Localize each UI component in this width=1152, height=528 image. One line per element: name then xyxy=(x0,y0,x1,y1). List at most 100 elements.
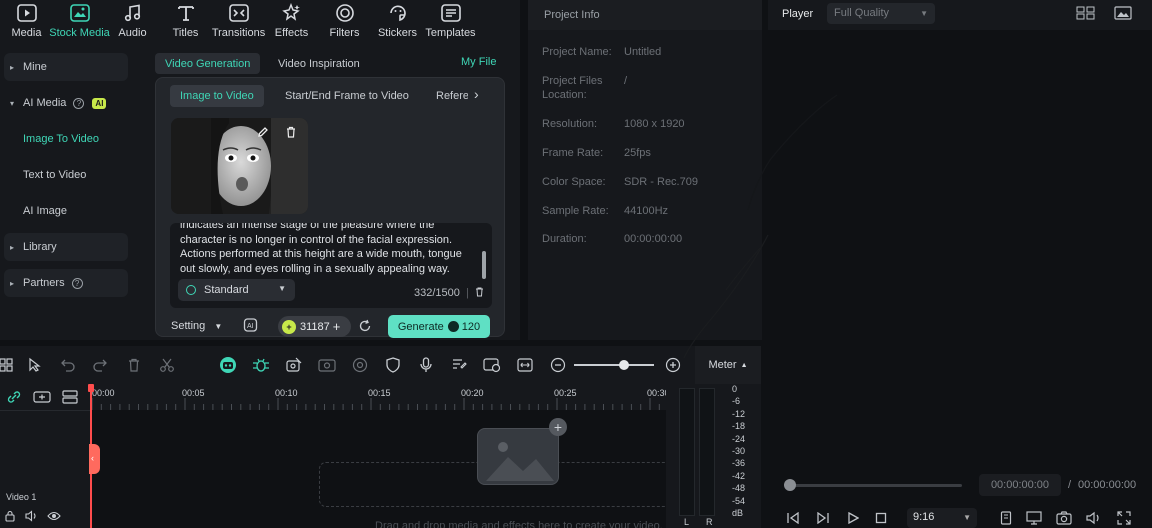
help-icon[interactable]: ? xyxy=(73,97,85,109)
delete-icon[interactable] xyxy=(124,355,144,375)
tab-label: Effects xyxy=(274,27,309,39)
volume-icon[interactable] xyxy=(1085,509,1103,527)
chevron-down-icon: ▼ xyxy=(963,513,971,522)
ai-assist-icon[interactable]: AI xyxy=(243,317,259,336)
fit-width-icon[interactable] xyxy=(515,355,535,375)
lock-icon[interactable] xyxy=(4,510,16,525)
edit-icon[interactable] xyxy=(253,122,273,142)
fullscreen-icon[interactable] xyxy=(1115,509,1133,527)
subtab-reference[interactable]: Refere xyxy=(426,85,468,107)
sidebar-item-ai-image[interactable]: AI Image xyxy=(23,205,67,217)
sidebar-item-library[interactable]: ▸ Library xyxy=(4,233,128,261)
add-credits-icon[interactable]: + xyxy=(333,319,341,334)
tab-label: Templates xyxy=(425,27,476,39)
grid-view-icon[interactable] xyxy=(1076,6,1096,23)
sidebar-item-partners[interactable]: ▸ Partners ? xyxy=(4,269,128,297)
chevron-down-icon: ▼ xyxy=(920,9,928,18)
timeline-ruler[interactable]: 00:00 00:05 00:10 00:15 00:20 00:25 00:3… xyxy=(90,384,666,410)
prompt-scrollbar[interactable] xyxy=(482,251,486,279)
mark-in-icon[interactable] xyxy=(997,509,1015,527)
meter-level-label: -30 xyxy=(732,446,746,456)
ai-robot-icon[interactable] xyxy=(218,355,238,375)
prompt-textarea[interactable]: indicates an intense stage of the pleasu… xyxy=(170,223,492,308)
char-count-value: 332/1500 xyxy=(414,287,460,299)
player-scrubber-knob[interactable] xyxy=(784,479,796,491)
link-icon[interactable] xyxy=(6,390,22,407)
tab-filters[interactable]: Filters xyxy=(318,0,371,44)
tab-stickers[interactable]: Stickers xyxy=(371,0,424,44)
sidebar-item-ai-media[interactable]: ▾ AI Media ? AI xyxy=(4,89,128,117)
meter-toggle[interactable]: Meter ▲ xyxy=(695,346,761,384)
tab-stock-media[interactable]: Stock Media xyxy=(49,0,110,44)
prev-frame-icon[interactable] xyxy=(784,509,802,527)
generate-button[interactable]: Generate 120 xyxy=(388,315,490,338)
drop-hint: Drag and drop media and effects here to … xyxy=(375,520,663,528)
eye-icon[interactable] xyxy=(47,510,61,525)
snapshot-image-icon[interactable] xyxy=(1114,6,1132,23)
chevron-down-icon: ▼ xyxy=(278,284,286,293)
subtab-start-end-frame[interactable]: Start/End Frame to Video xyxy=(275,85,419,107)
camera-icon[interactable] xyxy=(1055,509,1073,527)
tab-transitions[interactable]: Transitions xyxy=(212,0,265,44)
tab-templates[interactable]: Templates xyxy=(424,0,477,44)
generate-label: Generate xyxy=(397,320,444,333)
zoom-slider[interactable] xyxy=(574,364,654,366)
add-track-icon[interactable] xyxy=(33,390,51,407)
sidebar-item-label: AI Media xyxy=(23,97,67,109)
channel-right-label: R xyxy=(706,517,713,527)
text-to-speech-icon[interactable] xyxy=(449,355,469,375)
player-scrubber[interactable] xyxy=(784,484,962,487)
target-icon[interactable] xyxy=(350,355,370,375)
track-volume-icon[interactable] xyxy=(25,510,38,525)
chevron-right-icon[interactable]: › xyxy=(474,86,479,102)
tab-video-inspiration[interactable]: Video Inspiration xyxy=(268,53,370,74)
my-file-link[interactable]: My File xyxy=(461,56,496,68)
add-media-icon[interactable]: + xyxy=(549,418,567,436)
playhead-handle[interactable]: ‹ xyxy=(89,444,100,474)
magic-bug-icon[interactable] xyxy=(251,355,271,375)
pip-icon[interactable] xyxy=(482,355,502,375)
display-icon[interactable] xyxy=(1025,509,1043,527)
subtab-image-to-video[interactable]: Image to Video xyxy=(170,85,264,107)
scissors-icon[interactable] xyxy=(157,355,177,375)
redo-icon[interactable] xyxy=(90,355,110,375)
stop-icon[interactable] xyxy=(872,509,890,527)
timeline-track-area[interactable]: + Drag and drop media and effects here t… xyxy=(90,410,679,528)
record-screen-icon[interactable] xyxy=(317,355,337,375)
microphone-icon[interactable] xyxy=(416,355,436,375)
setting-dropdown[interactable]: Setting ▼ xyxy=(171,320,222,332)
trash-icon[interactable] xyxy=(281,122,301,142)
refresh-icon[interactable] xyxy=(358,319,372,336)
track-manager-icon[interactable] xyxy=(62,390,78,407)
zoom-out-icon[interactable] xyxy=(548,355,568,375)
info-label: Project Name: xyxy=(542,46,612,58)
clear-trash-icon[interactable] xyxy=(475,287,484,297)
credits-pill[interactable]: + 31187 + xyxy=(278,316,351,337)
auto-clip-icon[interactable] xyxy=(284,355,304,375)
tab-titles[interactable]: Titles xyxy=(159,0,212,44)
sidebar-item-image-to-video[interactable]: Image To Video xyxy=(23,133,99,145)
channel-left-label: L xyxy=(684,517,690,527)
sidebar-item-text-to-video[interactable]: Text to Video xyxy=(23,169,86,181)
image-to-video-card: Image to Video Start/End Frame to Video … xyxy=(155,77,505,338)
player-quality-dropdown[interactable]: Full Quality ▼ xyxy=(827,3,935,24)
tab-media[interactable]: Media xyxy=(0,0,53,44)
layout-grid-icon[interactable] xyxy=(0,355,16,375)
next-frame-icon[interactable] xyxy=(814,509,832,527)
stickers-icon xyxy=(387,2,409,24)
tab-video-generation[interactable]: Video Generation xyxy=(155,53,261,74)
sidebar-item-mine[interactable]: ▸ Mine xyxy=(4,53,128,81)
select-cursor-icon[interactable] xyxy=(25,355,45,375)
help-icon[interactable]: ? xyxy=(71,277,83,289)
tab-effects[interactable]: Effects xyxy=(265,0,318,44)
zoom-in-icon[interactable] xyxy=(663,355,683,375)
zoom-slider-knob[interactable] xyxy=(619,360,629,370)
uploaded-image-thumbnail[interactable] xyxy=(171,118,308,214)
undo-icon[interactable] xyxy=(58,355,78,375)
tab-audio[interactable]: Audio xyxy=(106,0,159,44)
play-icon[interactable] xyxy=(844,509,862,527)
shield-icon[interactable] xyxy=(383,355,403,375)
playhead-cap[interactable] xyxy=(88,384,94,392)
quality-select[interactable]: Standard ▼ xyxy=(178,279,295,301)
aspect-ratio-dropdown[interactable]: 9:16 ▼ xyxy=(907,508,977,528)
